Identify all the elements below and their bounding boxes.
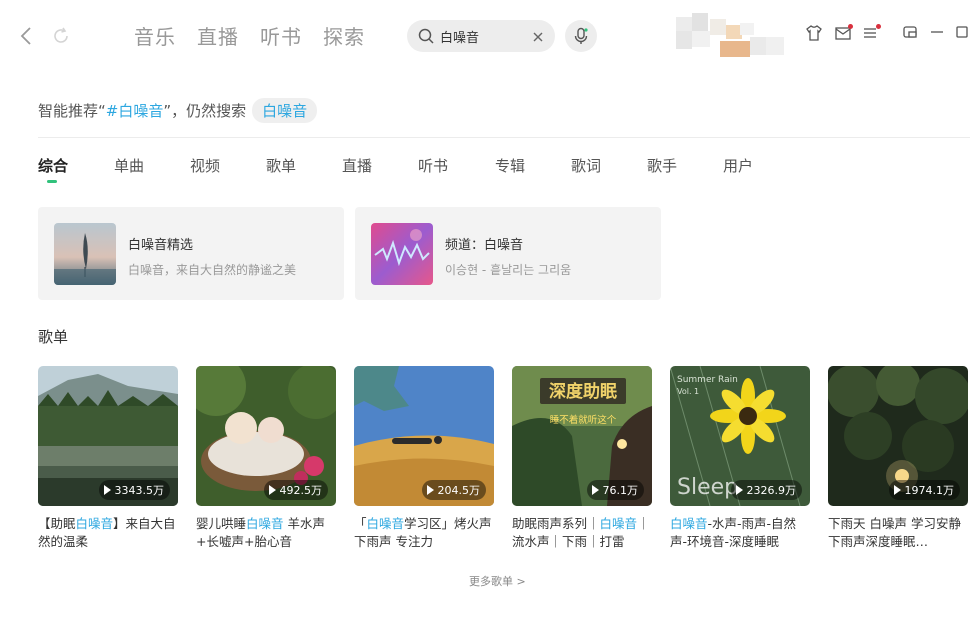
tab-explore[interactable]: 探索 [323, 22, 365, 52]
play-icon [268, 485, 276, 495]
play-count: 204.5万 [437, 484, 481, 497]
playlist-item[interactable]: 3343.5万 【助眠白噪音】来自大自然的温柔 [38, 366, 178, 551]
tab-albums[interactable]: 专辑 [495, 155, 525, 176]
playlist-cover: Summer Rain Vol. 1 Sleep 2326.9万 [670, 366, 810, 506]
playlist-item[interactable]: 492.5万 婴儿哄睡白噪音 羊水声+长嘘声+胎心音 [196, 366, 336, 551]
main-nav-tabs: 音乐 直播 听书 探索 [134, 22, 386, 52]
cover-volume-text: Vol. 1 [677, 387, 699, 396]
menu-notification-dot [876, 24, 881, 29]
cover-sleep-text: Sleep [677, 475, 738, 500]
play-icon [103, 485, 111, 495]
cover-title-text: Summer Rain [677, 375, 738, 385]
playlist-cover: 204.5万 [354, 366, 494, 506]
microphone-icon [574, 27, 588, 44]
cover-subtitle-text: 睡不着就听这个 [550, 414, 617, 426]
tab-live[interactable]: 直播 [342, 155, 372, 176]
tab-audiobooks[interactable]: 听书 [418, 155, 448, 176]
playlist-title: 白噪音-水声-雨声-自然声-环境音-深度睡眠 [670, 516, 797, 549]
tab-playlists[interactable]: 歌单 [266, 155, 296, 176]
playlist-section-title: 歌单 [38, 328, 69, 346]
playlist-cover: 3343.5万 [38, 366, 178, 506]
play-count-badge: 492.5万 [263, 480, 328, 500]
playlist-title: 「白噪音学习区」烤火声 下雨声 专注力 [354, 516, 492, 549]
top-bar: 音乐 直播 听书 探索 [0, 0, 970, 76]
tab-audiobook[interactable]: 听书 [260, 22, 302, 52]
playlist-cover: 深度助眠 睡不着就听这个 76.1万 [512, 366, 652, 506]
play-icon [893, 485, 901, 495]
search-icon [417, 27, 435, 45]
playlist-item[interactable]: 204.5万 「白噪音学习区」烤火声 下雨声 专注力 [354, 366, 494, 551]
playlist-item[interactable]: 深度助眠 睡不着就听这个 76.1万 助眠雨声系列｜白噪音｜流水声｜下雨｜打雷 [512, 366, 652, 551]
tab-all[interactable]: 综合 [38, 155, 68, 176]
maximize-icon[interactable] [955, 24, 970, 42]
card-title: 频道：白噪音 [445, 238, 524, 253]
card-subtitle: 이승현 - 흩날리는 그리움 [445, 263, 572, 277]
search-input[interactable] [440, 25, 528, 47]
user-avatar[interactable] [676, 13, 786, 59]
smart-recommendation-hint: 智能推荐“ #白噪音 ”，仍然搜索 白噪音 [38, 97, 318, 123]
channel-card[interactable]: 频道：白噪音 이승현 - 흩날리는 그리움 [355, 207, 661, 300]
tab-videos[interactable]: 视频 [190, 155, 220, 176]
playlist-title: 下雨天 白噪声 学习安静 下雨声深度睡眠… [828, 516, 961, 549]
play-count-badge: 1974.1万 [888, 480, 960, 500]
featured-playlist-card[interactable]: 白噪音精选 白噪音，来自大自然的静谧之美 [38, 207, 344, 300]
hint-prefix: 智能推荐“ [38, 101, 106, 120]
search-original-chip[interactable]: 白噪音 [252, 97, 318, 123]
playlist-cover: 1974.1万 [828, 366, 968, 506]
playlist-item[interactable]: Summer Rain Vol. 1 Sleep 2326.9万 白噪音-水声-… [670, 366, 810, 551]
voice-search-button[interactable] [565, 20, 597, 52]
feather-cover-image [54, 223, 116, 285]
mail-notification-dot [848, 24, 853, 29]
play-count: 3343.5万 [114, 484, 165, 497]
playlist-item[interactable]: 1974.1万 下雨天 白噪声 学习安静 下雨声深度睡眠… [828, 366, 968, 551]
playlist-title: 婴儿哄睡白噪音 羊水声+长嘘声+胎心音 [196, 516, 326, 549]
play-count: 76.1万 [602, 484, 639, 497]
card-subtitle: 白噪音，来自大自然的静谧之美 [128, 263, 297, 277]
play-count: 2326.9万 [746, 484, 797, 497]
channel-cover-image [371, 223, 433, 285]
tab-users[interactable]: 用户 [723, 155, 753, 176]
tab-artists[interactable]: 歌手 [647, 155, 677, 176]
play-icon [426, 485, 434, 495]
mini-mode-icon[interactable] [902, 24, 920, 42]
hint-suffix: ”，仍然搜索 [163, 101, 247, 120]
play-count-badge: 204.5万 [421, 480, 486, 500]
clear-search-icon[interactable] [531, 29, 545, 43]
refresh-icon[interactable] [51, 26, 71, 46]
cover-heading-text: 深度助眠 [549, 381, 617, 402]
playlist-title: 【助眠白噪音】来自大自然的温柔 [38, 516, 176, 549]
hint-keyword-link[interactable]: #白噪音 [106, 100, 164, 121]
tab-music[interactable]: 音乐 [134, 22, 176, 52]
mail-icon[interactable] [834, 24, 853, 42]
menu-icon[interactable] [862, 24, 881, 42]
more-playlists-link[interactable]: 更多歌单 > [469, 573, 526, 589]
play-icon [591, 485, 599, 495]
card-title: 白噪音精选 [128, 238, 194, 253]
search-box [407, 20, 555, 52]
playlist-title: 助眠雨声系列｜白噪音｜流水声｜下雨｜打雷 [512, 516, 650, 549]
play-icon [735, 485, 743, 495]
active-tab-indicator [47, 180, 57, 183]
tab-live[interactable]: 直播 [197, 22, 239, 52]
play-count: 492.5万 [279, 484, 323, 497]
play-count-badge: 76.1万 [586, 480, 644, 500]
play-count-badge: 3343.5万 [98, 480, 170, 500]
divider [38, 137, 970, 138]
back-arrow-icon[interactable] [18, 26, 36, 46]
tab-songs[interactable]: 单曲 [114, 155, 144, 176]
play-count: 1974.1万 [904, 484, 955, 497]
minimize-icon[interactable] [929, 24, 947, 42]
skin-shirt-icon[interactable] [805, 24, 823, 42]
playlist-cover: 492.5万 [196, 366, 336, 506]
play-count-badge: 2326.9万 [730, 480, 802, 500]
tab-lyrics[interactable]: 歌词 [571, 155, 601, 176]
